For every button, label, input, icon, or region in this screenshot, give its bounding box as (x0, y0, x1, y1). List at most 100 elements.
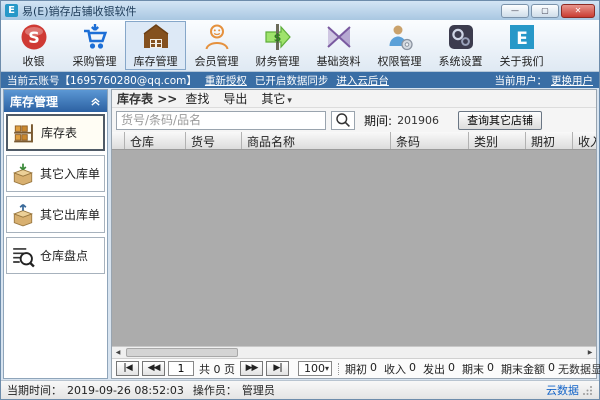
shelf-icon (12, 121, 36, 145)
about-logo-icon: E (507, 22, 537, 52)
toolbar-button-permissions[interactable]: 权限管理 (369, 21, 430, 70)
cashier-icon: S (19, 22, 49, 52)
toolbar-button-basic-data[interactable]: 基础资料 (308, 21, 369, 70)
menu-item-other[interactable]: 其它▾ (255, 90, 298, 107)
scroll-right-icon[interactable]: ▶ (584, 347, 596, 358)
sidebar-item-other-outbound[interactable]: 其它出库单 (6, 196, 105, 233)
page-number-input[interactable] (168, 361, 194, 376)
column-header-barcode[interactable]: 条码 (391, 132, 469, 149)
column-header-received[interactable]: 收入 (573, 132, 596, 149)
toolbar-label: 系统设置 (439, 53, 483, 69)
toolbar-label: 库存管理 (134, 53, 178, 69)
sidebar-item-label: 其它出库单 (40, 206, 100, 223)
toolbar-button-finance[interactable]: $ 财务管理 (247, 21, 308, 70)
svg-text:S: S (28, 28, 40, 47)
stat-label: 收入 (384, 361, 406, 377)
sidebar-item-label: 仓库盘点 (40, 247, 88, 264)
page-size-value: 100 (304, 362, 325, 375)
scroll-left-icon[interactable]: ◀ (112, 347, 124, 358)
sidebar-header: 库存管理 (4, 90, 107, 112)
minimize-button[interactable]: — (501, 4, 529, 18)
first-page-button[interactable]: |◀ (116, 361, 139, 376)
toolbar-button-settings[interactable]: 系统设置 (430, 21, 491, 70)
status-bar: 当期时间： 2019-09-26 08:52:03 操作员： 管理员 云数据 (1, 380, 599, 399)
close-button[interactable]: ✕ (561, 4, 595, 18)
toolbar-label: 采购管理 (73, 53, 117, 69)
next-page-button[interactable]: ▶▶ (240, 361, 263, 376)
column-header-opening[interactable]: 期初 (526, 132, 573, 149)
toolbar-label: 关于我们 (500, 53, 544, 69)
sidebar-item-label: 其它入库单 (40, 165, 100, 182)
toolbar-button-inventory[interactable]: 库存管理 (125, 21, 186, 70)
column-header-warehouse[interactable]: 仓库 (125, 132, 186, 149)
inbound-box-icon (11, 162, 35, 186)
stat-value: 0 (370, 361, 377, 377)
toolbar-button-cashier[interactable]: S 收银 (3, 21, 64, 70)
collapse-chevron-icon[interactable] (90, 96, 101, 107)
sidebar-item-label: 库存表 (41, 124, 77, 141)
app-icon: E (5, 4, 18, 17)
search-input[interactable] (116, 111, 326, 130)
column-header-item-no[interactable]: 货号 (186, 132, 242, 149)
maximize-button[interactable]: ▢ (531, 4, 559, 18)
title-bar: E 易(E)销存店铺收银软件 — ▢ ✕ (1, 1, 599, 20)
sidebar-header-title: 库存管理 (10, 93, 58, 110)
permission-icon (385, 22, 415, 52)
settings-gear-icon (446, 22, 476, 52)
prev-page-button[interactable]: ◀◀ (142, 361, 165, 376)
stat-value: 0 (487, 361, 494, 377)
table-header-row: 仓库 货号 商品名称 条码 类别 期初 收入 (112, 132, 596, 150)
column-header-category[interactable]: 类别 (469, 132, 526, 149)
toolbar-label: 财务管理 (256, 53, 300, 69)
toolbar-label: 收银 (23, 53, 45, 69)
warehouse-icon (141, 22, 171, 52)
member-icon (202, 22, 232, 52)
toolbar-button-purchase[interactable]: 采购管理 (64, 21, 125, 70)
sidebar: 库存管理 库存表 其它入库单 其它出库单 仓库盘点 (3, 89, 108, 379)
resize-grip-icon[interactable] (583, 385, 593, 395)
horizontal-scrollbar[interactable]: ◀ ▶ (112, 346, 596, 358)
scrollbar-thumb[interactable] (126, 348, 238, 357)
column-header-selector[interactable] (112, 132, 125, 149)
toolbar-label: 会员管理 (195, 53, 239, 69)
stat-value: 0 (548, 361, 555, 377)
pagination-bar: |◀ ◀◀ 共 0 页 ▶▶ ▶| 100 ▾ 期初0 收入0 发出0 期末0 … (112, 358, 596, 378)
menu-item-export[interactable]: 导出 (217, 90, 253, 107)
main-panel: 库存表 >> 查找 导出 其它▾ 期间: 201906 查询其它店铺 仓库 货号… (111, 89, 597, 379)
svg-text:E: E (516, 29, 528, 49)
page-size-dropdown[interactable]: 100 ▾ (298, 361, 332, 376)
last-page-button[interactable]: ▶| (266, 361, 289, 376)
cloud-data-link[interactable]: 云数据 (546, 382, 579, 398)
sync-status-text: 已开启数据同步 (255, 73, 329, 88)
toolbar-button-members[interactable]: 会员管理 (186, 21, 247, 70)
content-area: 库存管理 库存表 其它入库单 其它出库单 仓库盘点 (1, 88, 599, 380)
finance-icon: $ (263, 22, 293, 52)
operator-value: 管理员 (242, 382, 275, 398)
menu-strip: 库存表 >> 查找 导出 其它▾ (112, 90, 596, 108)
time-label: 当期时间： (7, 382, 62, 398)
stat-label: 期末 (462, 361, 484, 377)
toolbar-label: 基础资料 (317, 53, 361, 69)
purchase-cart-icon (80, 22, 110, 52)
toolbar-button-about[interactable]: E 关于我们 (491, 21, 552, 70)
query-other-stores-button[interactable]: 查询其它店铺 (458, 111, 542, 130)
cloud-backend-link[interactable]: 进入云后台 (336, 73, 389, 88)
chevron-down-icon: ▾ (287, 96, 292, 106)
period-label: 期间: (364, 112, 392, 129)
column-header-product-name[interactable]: 商品名称 (242, 132, 391, 149)
operator-label: 操作员： (193, 382, 237, 398)
main-toolbar: S 收银 采购管理 库存管理 会员管理 $ 财务管理 基础资料 权限管理 (1, 20, 599, 72)
account-bar: 当前云账号【1695760280@qq.com】 重新授权 已开启数据同步 进入… (1, 72, 599, 88)
change-user-link[interactable]: 更换用户 (551, 73, 593, 88)
period-value: 201906 (397, 114, 439, 127)
sidebar-item-other-inbound[interactable]: 其它入库单 (6, 155, 105, 192)
total-pages-label: 共 0 页 (199, 361, 235, 377)
basic-data-icon (324, 22, 354, 52)
reauthorize-link[interactable]: 重新授权 (205, 73, 247, 88)
menu-item-find[interactable]: 查找 (179, 90, 215, 107)
search-button[interactable] (331, 111, 355, 130)
summary-stats: 期初0 收入0 发出0 期末0 期末金额0 (345, 361, 555, 377)
sidebar-item-stocktake[interactable]: 仓库盘点 (6, 237, 105, 274)
toolbar-label: 权限管理 (378, 53, 422, 69)
sidebar-item-inventory-table[interactable]: 库存表 (6, 114, 105, 151)
